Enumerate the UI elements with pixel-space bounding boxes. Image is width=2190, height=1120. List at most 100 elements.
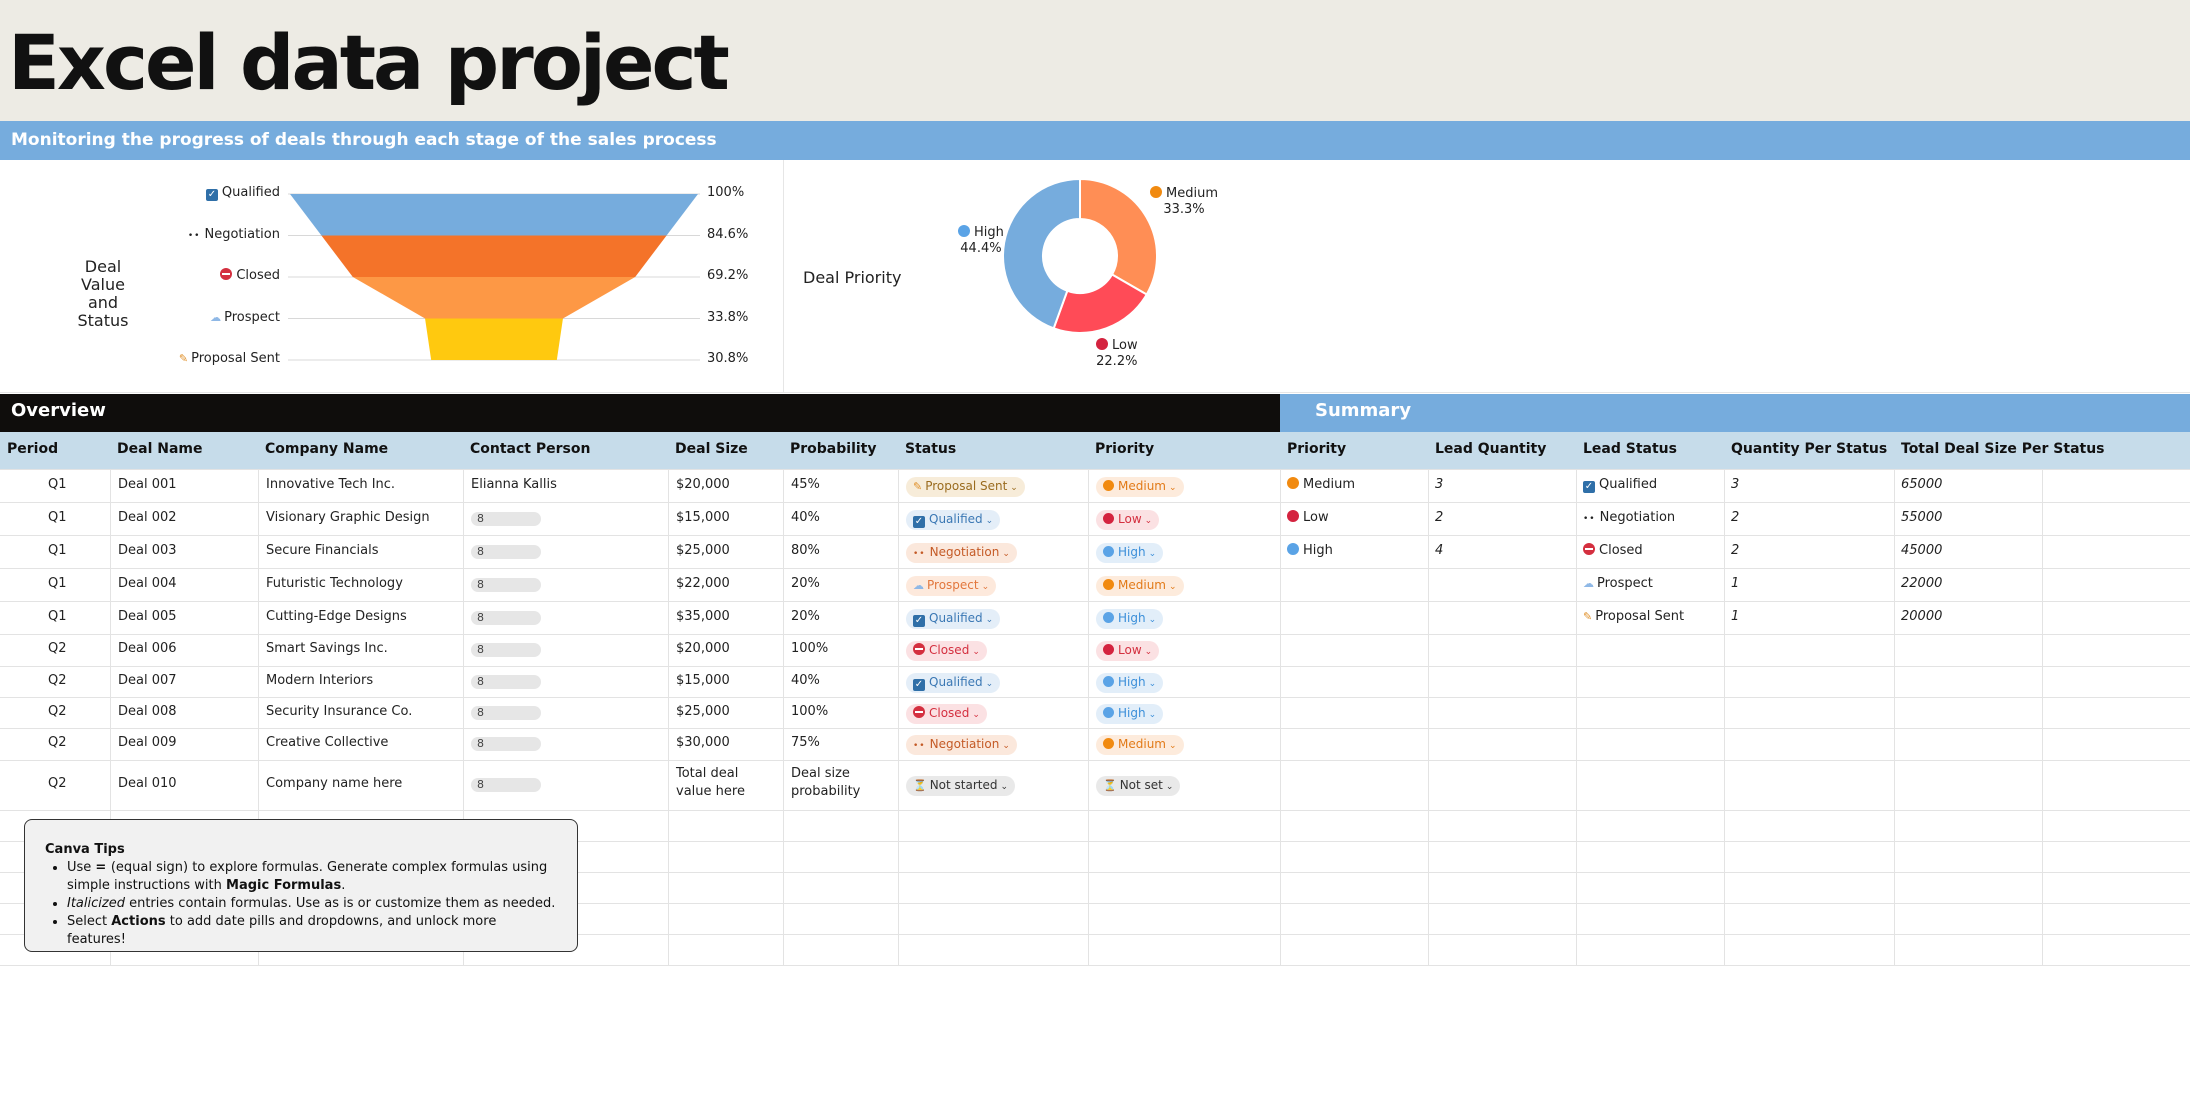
summary-qty-per-status-cell[interactable]: 1 bbox=[1731, 576, 1739, 591]
cell-status[interactable]: ✓ Qualified ⌄ bbox=[906, 510, 1001, 530]
contact-pill[interactable]: 8 bbox=[471, 578, 541, 592]
summary-qty-per-status-cell[interactable]: 1 bbox=[1731, 609, 1739, 624]
cell-contact-person[interactable]: 8 bbox=[471, 642, 541, 657]
cell-deal-size[interactable]: $35,000 bbox=[676, 609, 730, 624]
column-header-status[interactable]: Status bbox=[905, 441, 956, 457]
contact-pill[interactable]: 8 bbox=[471, 706, 541, 720]
cell-deal-name[interactable]: Deal 003 bbox=[118, 543, 177, 558]
cell-period[interactable]: Q1 bbox=[48, 609, 67, 624]
column-header-priority[interactable]: Priority bbox=[1095, 441, 1154, 457]
cell-period[interactable]: Q1 bbox=[48, 576, 67, 591]
cell-status[interactable]: ✎ Proposal Sent ⌄ bbox=[906, 477, 1025, 497]
cell-probability[interactable]: 80% bbox=[791, 543, 820, 558]
status-pill[interactable]: ✎ Proposal Sent ⌄ bbox=[906, 477, 1025, 497]
cell-company-name[interactable]: Visionary Graphic Design bbox=[266, 510, 430, 525]
cell-contact-person[interactable]: 8 bbox=[471, 610, 541, 625]
summary-lead-qty-cell[interactable]: 2 bbox=[1435, 510, 1443, 525]
cell-deal-name[interactable]: Deal 004 bbox=[118, 576, 177, 591]
cell-probability[interactable]: 40% bbox=[791, 510, 820, 525]
cell-deal-size[interactable]: $25,000 bbox=[676, 543, 730, 558]
chevron-down-icon[interactable]: ⌄ bbox=[1149, 679, 1157, 689]
chevron-down-icon[interactable]: ⌄ bbox=[1001, 782, 1009, 792]
cell-company-name[interactable]: Cutting-Edge Designs bbox=[266, 609, 407, 624]
summary-total-size-cell[interactable]: 22000 bbox=[1901, 576, 1942, 591]
summary-lead-qty-cell[interactable]: 3 bbox=[1435, 477, 1443, 492]
chevron-down-icon[interactable]: ⌄ bbox=[972, 710, 980, 720]
cell-status[interactable]: Closed ⌄ bbox=[906, 641, 987, 661]
cell-deal-size[interactable]: $30,000 bbox=[676, 735, 730, 750]
contact-pill[interactable]: 8 bbox=[471, 545, 541, 559]
status-pill[interactable]: ✓ Qualified ⌄ bbox=[906, 673, 1001, 693]
cell-status[interactable]: •• Negotiation ⌄ bbox=[906, 735, 1017, 755]
chevron-down-icon[interactable]: ⌄ bbox=[1149, 549, 1157, 559]
cell-priority[interactable]: Low ⌄ bbox=[1096, 641, 1160, 661]
chevron-down-icon[interactable]: ⌄ bbox=[1169, 483, 1177, 493]
status-pill[interactable]: ☁ Prospect ⌄ bbox=[906, 576, 997, 596]
chevron-down-icon[interactable]: ⌄ bbox=[1149, 615, 1157, 625]
summary-column-header-priority[interactable]: Priority bbox=[1287, 441, 1346, 457]
chevron-down-icon[interactable]: ⌄ bbox=[1010, 483, 1018, 493]
column-header-period[interactable]: Period bbox=[7, 441, 58, 457]
chevron-down-icon[interactable]: ⌄ bbox=[1149, 710, 1157, 720]
priority-pill[interactable]: High ⌄ bbox=[1096, 704, 1164, 724]
cell-probability[interactable]: 20% bbox=[791, 609, 820, 624]
chevron-down-icon[interactable]: ⌄ bbox=[1166, 782, 1174, 792]
cell-period[interactable]: Q1 bbox=[48, 543, 67, 558]
chevron-down-icon[interactable]: ⌄ bbox=[972, 647, 980, 657]
column-header-contact-person[interactable]: Contact Person bbox=[470, 441, 590, 457]
priority-pill[interactable]: High ⌄ bbox=[1096, 673, 1164, 693]
cell-probability[interactable]: 20% bbox=[791, 576, 820, 591]
summary-lead-status-cell[interactable]: ✎ Proposal Sent bbox=[1583, 609, 1684, 624]
priority-pill[interactable]: Low ⌄ bbox=[1096, 641, 1160, 661]
summary-qty-per-status-cell[interactable]: 2 bbox=[1731, 543, 1739, 558]
summary-lead-status-cell[interactable]: ☁ Prospect bbox=[1583, 576, 1653, 591]
summary-priority-cell[interactable]: High bbox=[1287, 543, 1333, 558]
cell-deal-size[interactable]: $20,000 bbox=[676, 477, 730, 492]
summary-lead-qty-cell[interactable]: 4 bbox=[1435, 543, 1443, 558]
contact-pill[interactable]: 8 bbox=[471, 778, 541, 792]
summary-lead-status-cell[interactable]: ✓ Qualified bbox=[1583, 477, 1657, 493]
cell-status[interactable]: ⏳ Not started ⌄ bbox=[906, 776, 1016, 796]
cell-contact-person[interactable]: 8 bbox=[471, 777, 541, 792]
summary-column-header-quantity-per-status[interactable]: Quantity Per Status bbox=[1731, 441, 1887, 457]
chevron-down-icon[interactable]: ⌄ bbox=[1169, 741, 1177, 751]
cell-deal-size[interactable]: $20,000 bbox=[676, 641, 730, 656]
chevron-down-icon[interactable]: ⌄ bbox=[982, 582, 990, 592]
cell-probability[interactable]: 100% bbox=[791, 704, 828, 719]
cell-contact-person[interactable]: 8 bbox=[471, 577, 541, 592]
summary-qty-per-status-cell[interactable]: 2 bbox=[1731, 510, 1739, 525]
cell-contact-person[interactable]: 8 bbox=[471, 544, 541, 559]
status-pill[interactable]: •• Negotiation ⌄ bbox=[906, 543, 1017, 563]
cell-deal-name[interactable]: Deal 009 bbox=[118, 735, 177, 750]
chevron-down-icon[interactable]: ⌄ bbox=[1145, 516, 1153, 526]
cell-deal-size[interactable]: $22,000 bbox=[676, 576, 730, 591]
column-header-probability[interactable]: Probability bbox=[790, 441, 877, 457]
cell-contact-person[interactable]: Elianna Kallis bbox=[471, 477, 557, 492]
cell-period[interactable]: Q2 bbox=[48, 776, 67, 791]
cell-contact-person[interactable]: 8 bbox=[471, 705, 541, 720]
cell-priority[interactable]: High ⌄ bbox=[1096, 543, 1164, 563]
cell-status[interactable]: ✓ Qualified ⌄ bbox=[906, 673, 1001, 693]
status-pill[interactable]: Closed ⌄ bbox=[906, 704, 987, 724]
priority-pill[interactable]: Medium ⌄ bbox=[1096, 735, 1184, 755]
contact-pill[interactable]: 8 bbox=[471, 611, 541, 625]
status-pill[interactable]: ⏳ Not started ⌄ bbox=[906, 776, 1016, 796]
cell-company-name[interactable]: Smart Savings Inc. bbox=[266, 641, 388, 656]
contact-pill[interactable]: 8 bbox=[471, 737, 541, 751]
cell-probability[interactable]: 75% bbox=[791, 735, 820, 750]
cell-probability[interactable]: 45% bbox=[791, 477, 820, 492]
cell-priority[interactable]: Medium ⌄ bbox=[1096, 576, 1184, 596]
summary-priority-cell[interactable]: Medium bbox=[1287, 477, 1355, 492]
priority-pill[interactable]: High ⌄ bbox=[1096, 609, 1164, 629]
cell-priority[interactable]: Low ⌄ bbox=[1096, 510, 1160, 530]
status-pill[interactable]: Closed ⌄ bbox=[906, 641, 987, 661]
cell-priority[interactable]: High ⌄ bbox=[1096, 704, 1164, 724]
cell-deal-size[interactable]: $25,000 bbox=[676, 704, 730, 719]
summary-total-size-cell[interactable]: 45000 bbox=[1901, 543, 1942, 558]
cell-deal-name[interactable]: Deal 001 bbox=[118, 477, 177, 492]
summary-total-size-cell[interactable]: 55000 bbox=[1901, 510, 1942, 525]
cell-period[interactable]: Q2 bbox=[48, 735, 67, 750]
cell-priority[interactable]: ⏳ Not set ⌄ bbox=[1096, 776, 1181, 796]
cell-probability[interactable]: 40% bbox=[791, 673, 820, 688]
column-header-company-name[interactable]: Company Name bbox=[265, 441, 388, 457]
